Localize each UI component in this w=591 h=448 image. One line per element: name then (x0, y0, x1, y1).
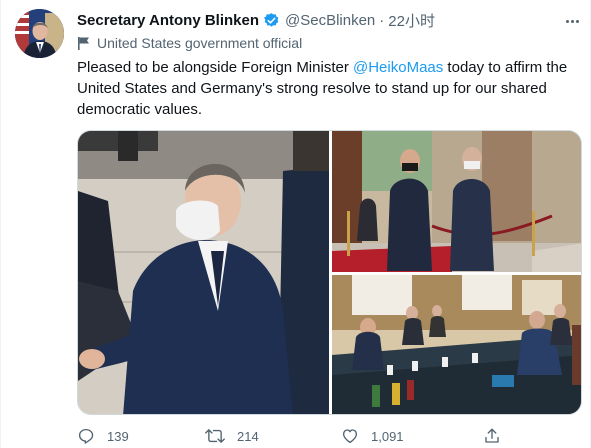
tweet-text-before: Pleased to be alongside Foreign Minister (77, 59, 353, 76)
avatar[interactable] (15, 9, 64, 58)
avatar-image (15, 9, 64, 58)
retweet-button[interactable]: 214 (205, 427, 259, 445)
retweet-count: 214 (237, 428, 259, 444)
mention-link[interactable]: @HeikoMaas (353, 59, 443, 76)
author-handle[interactable]: @SecBlinken (285, 12, 375, 29)
separator-dot: · (379, 11, 385, 29)
tweet-card[interactable]: Secretary Antony Blinken @SecBlinken · 2… (0, 0, 591, 448)
photo-handshake[interactable] (78, 131, 329, 414)
reply-button[interactable]: 139 (77, 427, 129, 445)
government-label-text: United States government official (97, 35, 303, 51)
author-name[interactable]: Secretary Antony Blinken (77, 12, 259, 29)
retweet-icon (205, 429, 225, 443)
photo-meeting[interactable] (332, 275, 581, 414)
flag-icon (78, 36, 89, 50)
government-label[interactable]: United States government official (77, 34, 302, 52)
heart-icon (342, 429, 358, 444)
like-count: 1,091 (371, 428, 404, 444)
tweet-time[interactable]: 22小时 (388, 10, 435, 31)
verified-badge-icon (263, 12, 280, 29)
like-button[interactable]: 1,091 (341, 427, 404, 445)
tweet-header: Secretary Antony Blinken @SecBlinken · 2… (77, 10, 435, 30)
reply-count: 139 (107, 428, 129, 444)
action-bar: 139 214 1,091 (77, 424, 507, 448)
media-grid (77, 130, 582, 415)
photo-walking[interactable] (332, 131, 581, 272)
more-icon[interactable] (561, 12, 583, 30)
reply-icon (78, 428, 94, 444)
share-icon (485, 428, 499, 443)
share-button[interactable] (483, 427, 513, 445)
tweet-text: Pleased to be alongside Foreign Minister… (77, 57, 577, 120)
